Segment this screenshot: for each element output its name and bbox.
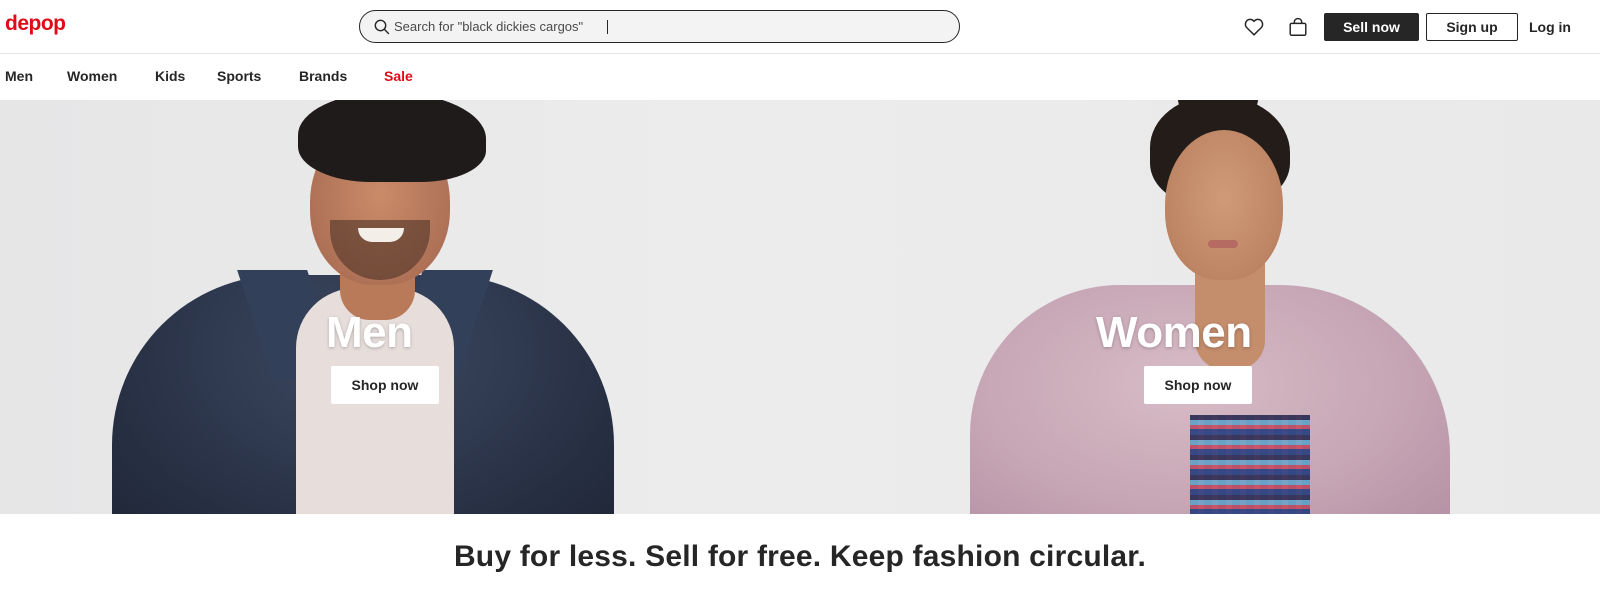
man-hair-shape bbox=[298, 100, 486, 182]
woman-lips-shape bbox=[1208, 240, 1238, 248]
nav-item-women[interactable]: Women bbox=[67, 68, 117, 84]
search-input[interactable] bbox=[394, 19, 934, 34]
text-caret bbox=[607, 20, 608, 34]
nav-item-sports[interactable]: Sports bbox=[217, 68, 261, 84]
search-bar[interactable] bbox=[359, 10, 960, 43]
search-icon bbox=[374, 19, 390, 34]
woman-head-shape bbox=[1165, 130, 1283, 280]
hero-men-title: Men bbox=[326, 308, 413, 357]
nav-item-kids[interactable]: Kids bbox=[155, 68, 185, 84]
log-in-button[interactable]: Log in bbox=[1520, 13, 1580, 41]
saved-items-button[interactable] bbox=[1242, 15, 1266, 39]
nav-item-men[interactable]: Men bbox=[5, 68, 33, 84]
nav-item-sale[interactable]: Sale bbox=[384, 68, 413, 84]
shop-women-button[interactable]: Shop now bbox=[1144, 366, 1252, 404]
hero-women-title: Women bbox=[1096, 308, 1252, 357]
hero-banner: Men Shop now Women Shop now bbox=[0, 100, 1600, 514]
man-smile-shape bbox=[358, 228, 404, 242]
tagline-heading: Buy for less. Sell for free. Keep fashio… bbox=[453, 540, 1147, 573]
bag-icon bbox=[1289, 17, 1307, 36]
heart-icon bbox=[1244, 18, 1264, 36]
shop-men-button[interactable]: Shop now bbox=[331, 366, 439, 404]
nav-item-brands[interactable]: Brands bbox=[299, 68, 347, 84]
category-nav: Men Women Kids Sports Brands Sale bbox=[0, 54, 1600, 100]
sign-up-button[interactable]: Sign up bbox=[1426, 13, 1518, 41]
sell-now-button[interactable]: Sell now bbox=[1324, 13, 1419, 41]
shopping-bag-button[interactable] bbox=[1286, 15, 1310, 39]
depop-logo[interactable]: depop bbox=[5, 12, 66, 36]
woman-plaid-top-shape bbox=[1190, 415, 1310, 514]
site-header: depop Sell now Sign up Log in bbox=[0, 0, 1600, 54]
